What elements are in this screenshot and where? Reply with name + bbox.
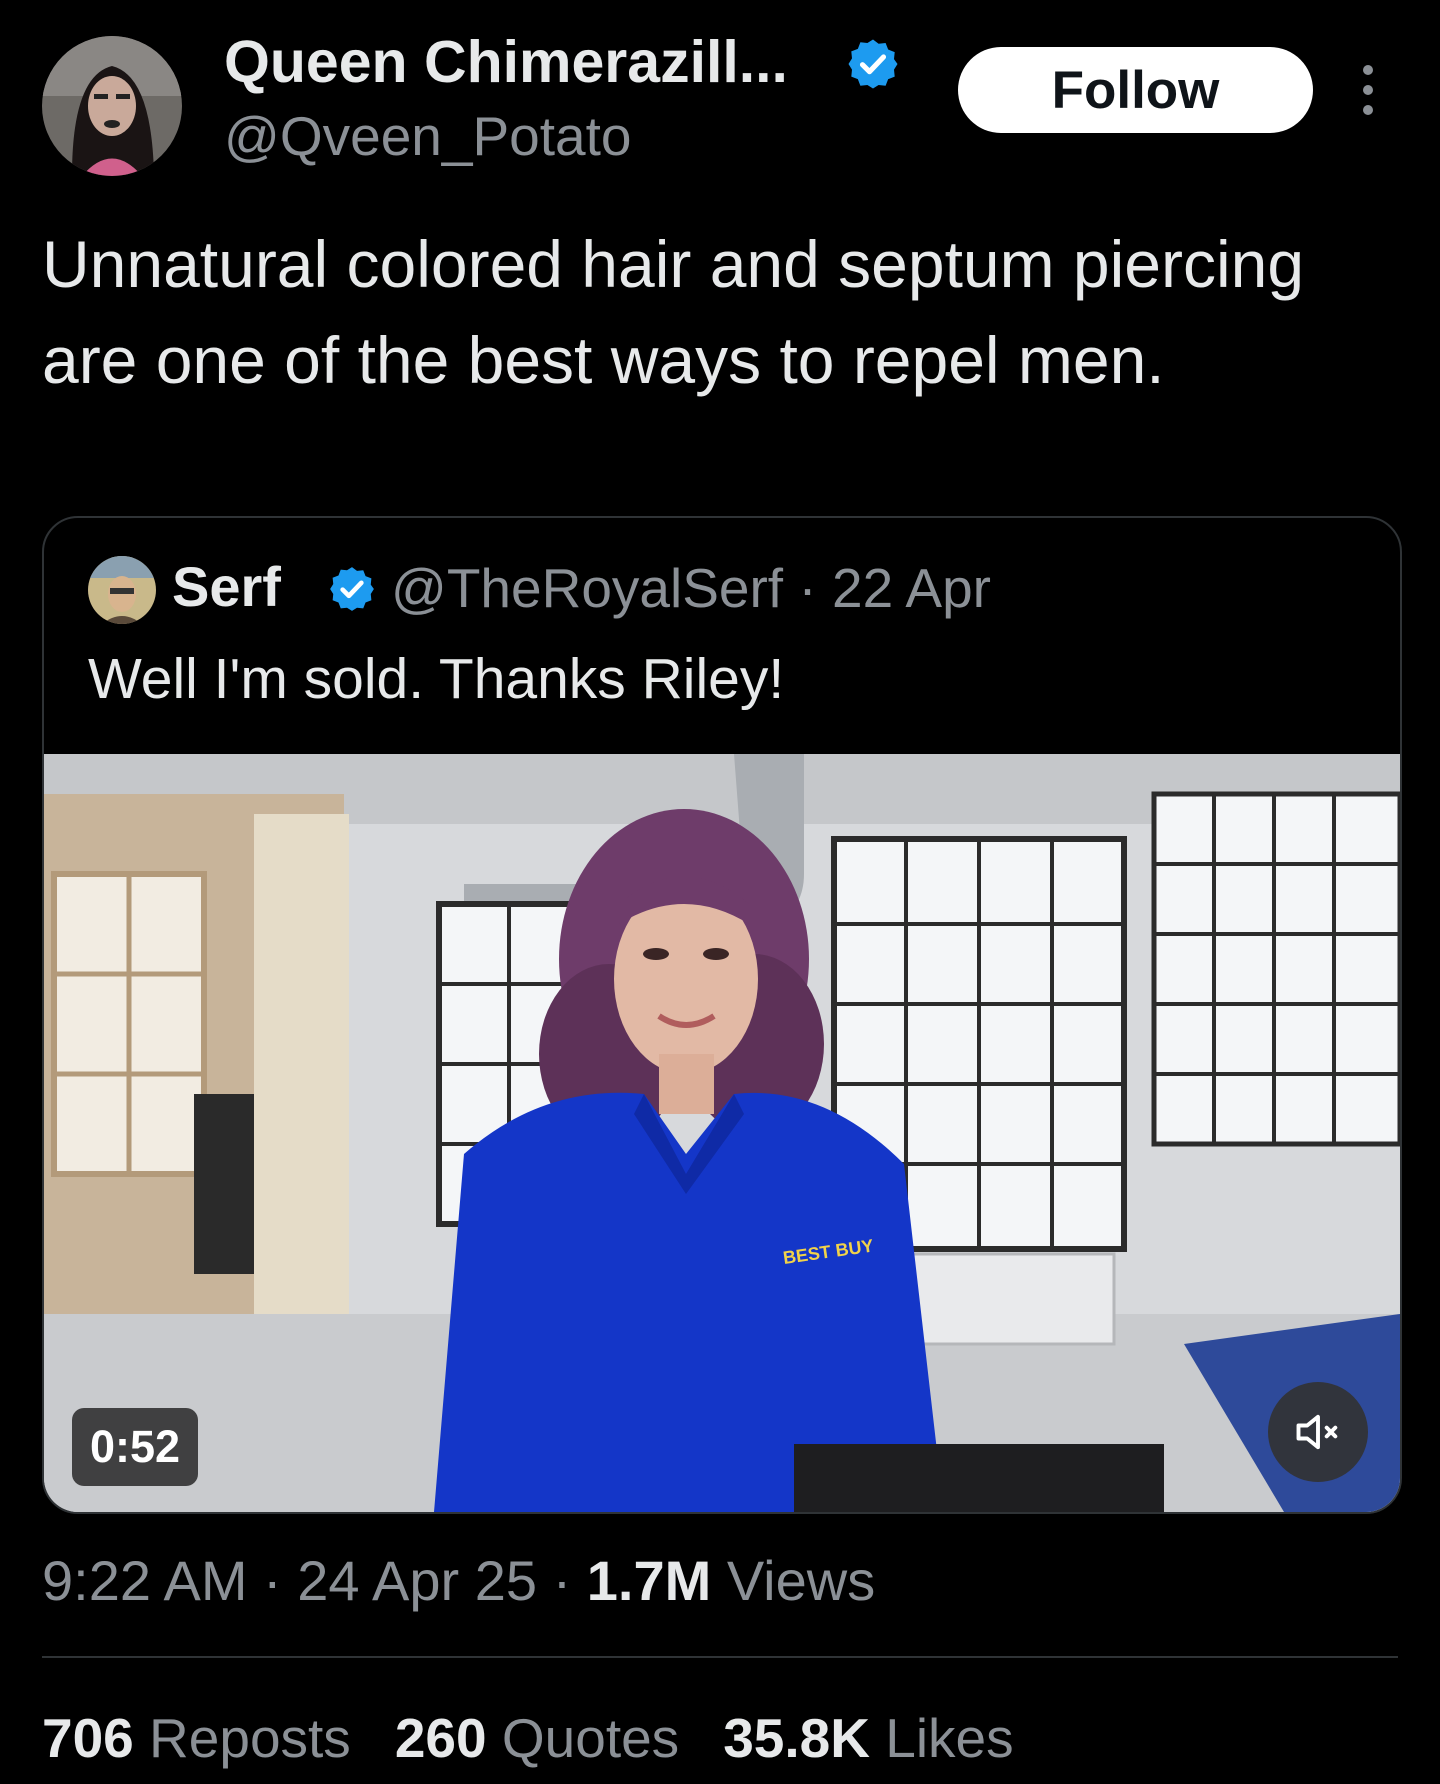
- quotes-label: Quotes: [501, 1707, 680, 1769]
- divider: [42, 1656, 1398, 1658]
- quote-author-handle[interactable]: @TheRoyalSerf: [391, 557, 783, 619]
- likes-label: Likes: [885, 1707, 1014, 1769]
- tweet-time[interactable]: 9:22 AM: [42, 1549, 247, 1612]
- quotes-count: 260: [394, 1707, 487, 1769]
- verified-badge-icon: [330, 567, 374, 611]
- quote-date[interactable]: 22 Apr: [832, 557, 991, 619]
- separator: ·: [798, 557, 817, 619]
- quote-author-name[interactable]: Serf: [172, 554, 281, 619]
- separator: ·: [263, 1549, 282, 1612]
- reposts-stat[interactable]: 706 Reposts: [42, 1706, 351, 1770]
- likes-count: 35.8K: [723, 1707, 870, 1769]
- mute-button[interactable]: [1268, 1382, 1368, 1482]
- author-avatar[interactable]: [42, 36, 182, 176]
- more-options-icon[interactable]: [1358, 60, 1378, 120]
- separator: ·: [552, 1549, 572, 1612]
- quoted-tweet[interactable]: Serf @TheRoyalSerf · 22 Apr Well I'm sol…: [42, 516, 1402, 1514]
- author-handle[interactable]: @Qveen_Potato: [224, 104, 631, 168]
- reposts-label: Reposts: [149, 1707, 351, 1769]
- video-duration: 0:52: [72, 1408, 199, 1486]
- reposts-count: 706: [42, 1707, 134, 1769]
- verified-badge-icon: [848, 39, 898, 89]
- quotes-stat[interactable]: 260 Quotes: [395, 1706, 679, 1770]
- tweet-timestamp: 9:22 AM · 24 Apr 25 · 1.7M Views: [42, 1548, 875, 1613]
- follow-button[interactable]: Follow: [958, 47, 1313, 133]
- quote-author-avatar[interactable]: [88, 556, 156, 624]
- views-label: Views: [726, 1549, 876, 1612]
- video-frame: BEST BUY: [44, 754, 1400, 1512]
- quote-meta: @TheRoyalSerf · 22 Apr: [391, 556, 991, 620]
- likes-stat[interactable]: 35.8K Likes: [723, 1706, 1013, 1770]
- tweet-text: Unnatural colored hair and septum pierci…: [42, 227, 1305, 397]
- views-count: 1.7M: [586, 1549, 712, 1612]
- engagement-stats: 706 Reposts 260 Quotes 35.8K Likes: [42, 1706, 1014, 1770]
- quote-text: Well I'm sold. Thanks Riley!: [88, 647, 785, 711]
- tweet-date[interactable]: 24 Apr 25: [297, 1549, 537, 1612]
- mute-icon: [1296, 1414, 1338, 1450]
- author-display-name[interactable]: Queen Chimerazill...: [224, 28, 788, 96]
- video-player[interactable]: BEST BUY 0:52: [44, 754, 1400, 1512]
